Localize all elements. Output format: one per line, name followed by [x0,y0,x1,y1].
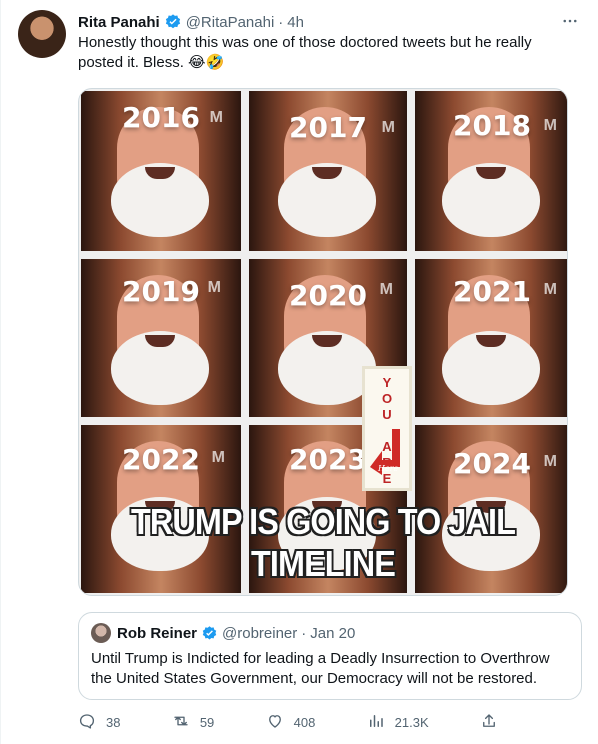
retweet-button[interactable]: 59 [172,712,214,733]
like-icon [266,712,284,733]
meme-cell-2017: 2017 M [249,91,407,251]
retweet-icon [172,712,190,733]
here-text: Here [377,464,399,473]
tweet-text-line-2: posted it. Bless. 😂🤣 [78,54,225,71]
action-bar: 38 59 408 21.3K [78,710,498,734]
here-arrow-icon: Here [367,426,407,478]
author-handle[interactable]: @RitaPanahi [186,14,275,31]
quoted-text-line-1: Until Trump is Indicted for leading a De… [91,650,550,667]
verified-badge-icon [164,13,182,31]
quoted-tweet-header: Rob Reiner @robreiner · Jan 20 [91,623,355,643]
more-icon[interactable] [558,9,582,33]
views-count: 21.3K [394,714,429,730]
you-are-here-sign: YOU ARE Here [362,366,412,491]
quoted-author-name[interactable]: Rob Reiner [117,625,197,642]
tweet-time[interactable]: 4h [287,14,304,31]
share-button[interactable] [480,712,498,733]
reply-count: 38 [106,714,121,730]
like-button[interactable]: 408 [266,712,316,733]
quoted-avatar[interactable] [91,623,111,643]
quoted-tweet[interactable]: Rob Reiner @robreiner · Jan 20 Until Tru… [78,612,582,700]
meme-grid: 2016 M 2017 M 2018 M 2019 M 2020 M 2021 … [81,91,567,593]
tweet-header: Rita Panahi @RitaPanahi · 4h [78,11,582,33]
tweet-text: Honestly thought this was one of those d… [78,33,558,73]
share-icon [480,712,498,733]
quoted-text: Until Trump is Indicted for leading a De… [91,649,569,689]
meme-cell-2018: 2018 M [415,91,567,251]
tweet-image[interactable]: 2016 M 2017 M 2018 M 2019 M 2020 M 2021 … [78,88,568,596]
like-count: 408 [293,714,316,730]
meme-cell-2016: 2016 M [81,91,241,251]
quoted-time[interactable]: Jan 20 [310,625,355,642]
verified-badge-icon [201,625,218,642]
quoted-author-handle[interactable]: @robreiner [222,625,297,642]
quoted-text-line-2: the United States Government, our Democr… [91,670,538,687]
tweet-text-line-1: Honestly thought this was one of those d… [78,34,532,51]
meme-cell-2021: 2021 M [415,259,567,417]
views-button[interactable]: 21.3K [367,712,429,733]
left-border [0,0,1,744]
header-separator: · [278,13,284,31]
retweet-count: 59 [199,714,215,730]
meme-cell-2019: 2019 M [81,259,241,417]
avatar[interactable] [18,10,66,58]
author-name[interactable]: Rita Panahi [78,14,160,31]
reply-button[interactable]: 38 [78,712,120,733]
quoted-separator: · [301,624,307,642]
meme-caption: TRUMP IS GOING TO JAIL TIMELINE [130,501,516,584]
reply-icon [78,712,96,733]
views-icon [367,712,385,733]
